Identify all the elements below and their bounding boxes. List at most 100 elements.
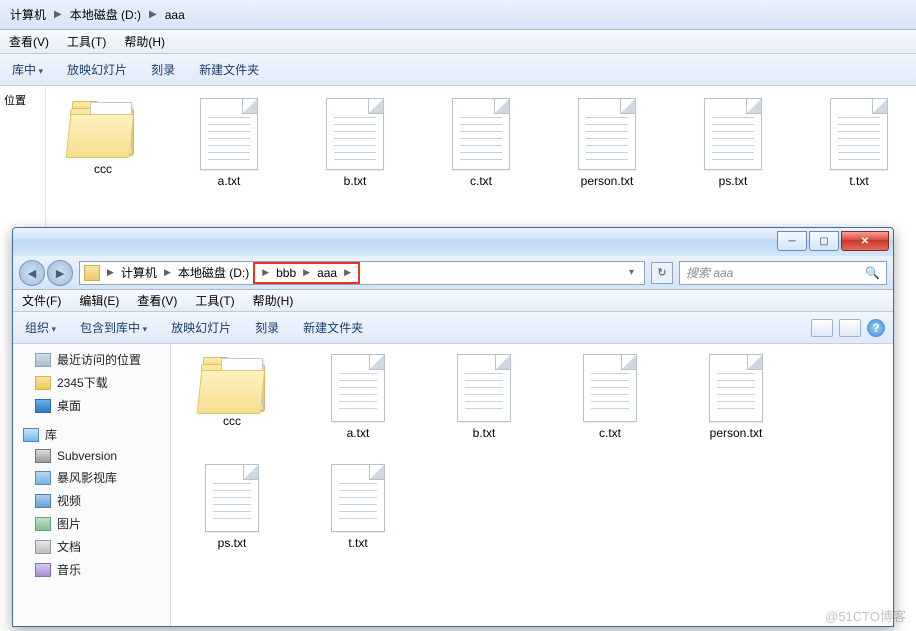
file-label: ccc <box>223 414 241 428</box>
file-label: t.txt <box>849 174 868 188</box>
search-icon[interactable]: 🔍 <box>865 266 880 280</box>
navigation-bar: ◄ ► ▶ 计算机 ▶ 本地磁盘 (D:) ▶ bbb ▶ aaa ▶ ▾ ↻ <box>13 256 893 290</box>
file-item[interactable]: t.txt <box>309 464 407 550</box>
menu-view[interactable]: 查看(V) <box>128 290 186 311</box>
tree-label: 视频 <box>57 492 81 509</box>
text-file-icon <box>331 464 385 532</box>
file-label: ps.txt <box>218 536 247 550</box>
tree-subversion[interactable]: Subversion <box>13 446 170 466</box>
text-file-icon <box>578 98 636 170</box>
tree-pictures[interactable]: 图片 <box>13 512 170 535</box>
menu-edit[interactable]: 编辑(E) <box>70 290 128 311</box>
tree-recent[interactable]: 最近访问的位置 <box>13 348 170 371</box>
burn-button[interactable]: 刻录 <box>243 315 291 340</box>
chevron-right-icon[interactable]: ▶ <box>341 267 354 278</box>
navigation-tree[interactable]: 最近访问的位置 2345下载 桌面 库 Subversion 暴风影视库 视频 … <box>13 344 171 626</box>
tree-label: 库 <box>45 426 57 443</box>
new-folder-button[interactable]: 新建文件夹 <box>187 57 271 82</box>
tree-label: 2345下载 <box>57 374 108 391</box>
menu-help[interactable]: 帮助(H) <box>115 30 174 53</box>
address-bar[interactable]: ▶ 计算机 ▶ 本地磁盘 (D:) ▶ bbb ▶ aaa ▶ ▾ <box>79 261 645 285</box>
view-mode-button[interactable] <box>811 319 833 337</box>
chevron-right-icon[interactable]: ▶ <box>161 267 174 278</box>
include-in-library-button[interactable]: 包含到库中 <box>68 315 159 340</box>
video-lib-icon <box>35 471 51 485</box>
menu-bar: 查看(V) 工具(T) 帮助(H) <box>0 30 916 54</box>
forward-button[interactable]: ► <box>47 260 73 286</box>
chevron-right-icon[interactable]: ▶ <box>147 9 159 20</box>
tree-2345dl[interactable]: 2345下载 <box>13 371 170 394</box>
chevron-right-icon[interactable]: ▶ <box>259 267 272 278</box>
help-icon[interactable]: ? <box>867 319 885 337</box>
file-pane[interactable]: ccc a.txt b.txt c.txt person.txt ps.txt … <box>171 344 893 626</box>
chevron-right-icon[interactable]: ▶ <box>52 9 64 20</box>
nav-buttons: ◄ ► <box>19 260 73 286</box>
address-dropdown-icon[interactable]: ▾ <box>623 267 640 278</box>
tree-label: 桌面 <box>57 397 81 414</box>
tree-desktop[interactable]: 桌面 <box>13 394 170 417</box>
chevron-right-icon[interactable]: ▶ <box>300 267 313 278</box>
sidebar-item-location[interactable]: 位置 <box>0 86 45 114</box>
file-label: a.txt <box>218 174 241 188</box>
file-item[interactable]: c.txt <box>561 354 659 440</box>
new-folder-button[interactable]: 新建文件夹 <box>291 315 375 340</box>
menu-tools[interactable]: 工具(T) <box>186 290 243 311</box>
breadcrumb-seg[interactable]: aaa <box>159 4 191 26</box>
toolbar: 组织 包含到库中 放映幻灯片 刻录 新建文件夹 ? <box>13 312 893 344</box>
chevron-right-icon[interactable]: ▶ <box>104 267 117 278</box>
organize-button[interactable]: 组织 <box>13 315 68 340</box>
breadcrumb: ▶ 计算机 ▶ 本地磁盘 (D:) ▶ bbb ▶ aaa ▶ <box>104 262 623 284</box>
folder-item[interactable]: ccc <box>183 354 281 440</box>
text-file-icon <box>331 354 385 422</box>
file-item[interactable]: ps.txt <box>183 464 281 550</box>
slideshow-button[interactable]: 放映幻灯片 <box>55 57 139 82</box>
file-item[interactable]: b.txt <box>435 354 533 440</box>
breadcrumb-seg[interactable]: 本地磁盘 (D:) <box>174 264 253 281</box>
refresh-button[interactable]: ↻ <box>651 262 673 284</box>
file-label: person.txt <box>710 426 763 440</box>
tree-label: 图片 <box>57 515 81 532</box>
minimize-button[interactable]: ─ <box>777 231 807 251</box>
folder-icon <box>84 265 100 281</box>
burn-button[interactable]: 刻录 <box>139 57 187 82</box>
file-label: ccc <box>94 162 112 176</box>
tree-storm[interactable]: 暴风影视库 <box>13 466 170 489</box>
close-button[interactable]: ✕ <box>841 231 889 251</box>
maximize-button[interactable]: ▢ <box>809 231 839 251</box>
include-in-library-button[interactable]: 库中 <box>0 57 55 82</box>
background-explorer-window: 计算机 ▶ 本地磁盘 (D:) ▶ aaa 查看(V) 工具(T) 帮助(H) … <box>0 0 916 250</box>
back-button[interactable]: ◄ <box>19 260 45 286</box>
title-bar[interactable]: ─ ▢ ✕ <box>13 228 893 256</box>
breadcrumb-seg[interactable]: aaa <box>313 266 341 280</box>
preview-pane-button[interactable] <box>839 319 861 337</box>
menu-view[interactable]: 查看(V) <box>0 30 58 53</box>
file-label: ps.txt <box>719 174 748 188</box>
window-body: 最近访问的位置 2345下载 桌面 库 Subversion 暴风影视库 视频 … <box>13 344 893 626</box>
slideshow-button[interactable]: 放映幻灯片 <box>159 315 243 340</box>
document-icon <box>35 540 51 554</box>
menu-help[interactable]: 帮助(H) <box>244 290 303 311</box>
breadcrumb-seg[interactable]: 计算机 <box>117 264 161 281</box>
file-label: b.txt <box>473 426 496 440</box>
tree-music[interactable]: 音乐 <box>13 558 170 581</box>
tree-libraries[interactable]: 库 <box>13 423 170 446</box>
menu-bar: 文件(F) 编辑(E) 查看(V) 工具(T) 帮助(H) <box>13 290 893 312</box>
text-file-icon <box>583 354 637 422</box>
file-label: person.txt <box>581 174 634 188</box>
menu-tools[interactable]: 工具(T) <box>58 30 115 53</box>
folder-icon <box>35 376 51 390</box>
search-placeholder: 搜索 aaa <box>686 264 733 281</box>
breadcrumb-seg[interactable]: 本地磁盘 (D:) <box>64 2 147 27</box>
tree-video[interactable]: 视频 <box>13 489 170 512</box>
breadcrumb-seg[interactable]: 计算机 <box>4 2 52 27</box>
text-file-icon <box>709 354 763 422</box>
file-label: t.txt <box>348 536 367 550</box>
menu-file[interactable]: 文件(F) <box>13 290 70 311</box>
search-input[interactable]: 搜索 aaa 🔍 <box>679 261 887 285</box>
address-bar[interactable]: 计算机 ▶ 本地磁盘 (D:) ▶ aaa <box>0 0 916 30</box>
file-item[interactable]: a.txt <box>309 354 407 440</box>
svn-icon <box>35 449 51 463</box>
tree-documents[interactable]: 文档 <box>13 535 170 558</box>
breadcrumb-seg[interactable]: bbb <box>272 266 300 280</box>
file-item[interactable]: person.txt <box>687 354 785 440</box>
